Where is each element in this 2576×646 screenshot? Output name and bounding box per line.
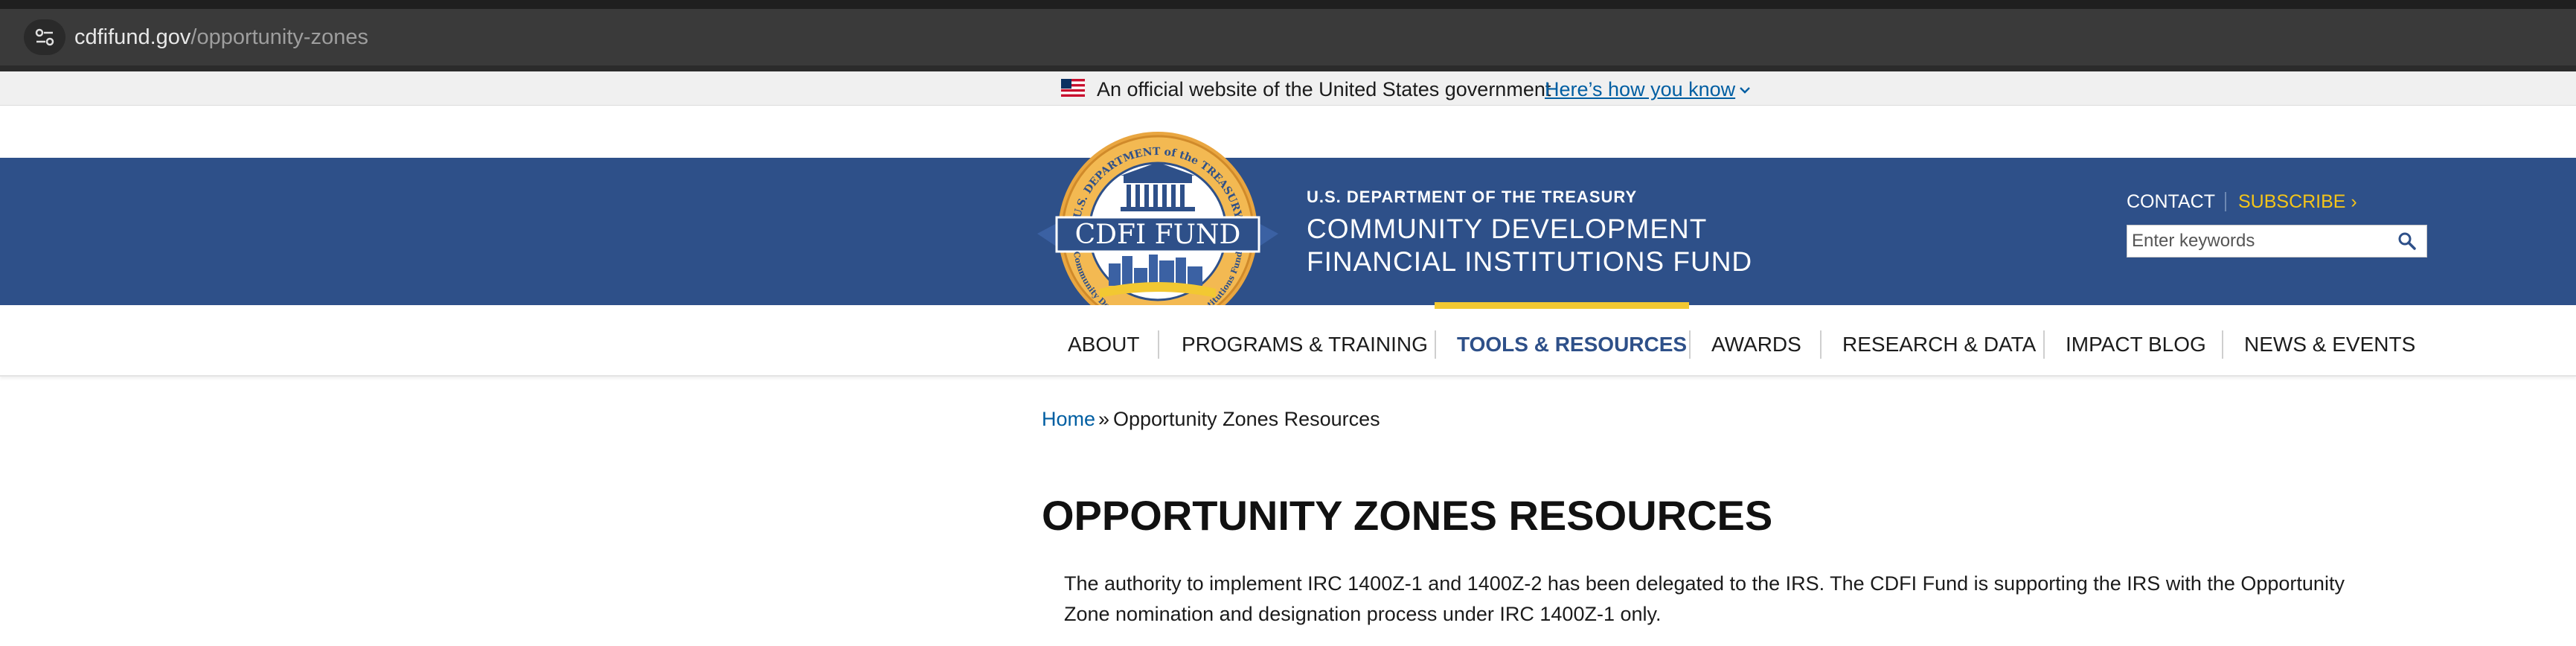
nav-divider bbox=[2222, 330, 2223, 359]
page-title: OPPORTUNITY ZONES RESOURCES bbox=[1042, 492, 1773, 539]
nav-impact-blog[interactable]: IMPACT BLOG bbox=[2066, 332, 2206, 357]
browser-top-strip bbox=[0, 0, 2576, 9]
nav-divider bbox=[2043, 330, 2045, 359]
address-bar[interactable] bbox=[0, 9, 2576, 65]
chevron-down-icon[interactable] bbox=[1738, 83, 1752, 97]
header-link-divider bbox=[2225, 192, 2226, 211]
nav-divider bbox=[1820, 330, 1822, 359]
browser-divider bbox=[0, 65, 2576, 71]
nav-divider bbox=[1689, 330, 1691, 359]
nav-about[interactable]: ABOUT bbox=[1068, 332, 1139, 357]
nav-news-events[interactable]: NEWS & EVENTS bbox=[2244, 332, 2415, 357]
url-text[interactable]: cdfifund.gov/opportunity-zones bbox=[74, 24, 368, 51]
search-input[interactable] bbox=[2132, 226, 2385, 257]
active-nav-indicator bbox=[1435, 302, 1689, 309]
fund-name-line-2: FINANCIAL INSTITUTIONS FUND bbox=[1307, 246, 1753, 277]
nav-divider bbox=[1158, 330, 1159, 359]
search-icon bbox=[2398, 232, 2416, 250]
nav-tools-resources[interactable]: TOOLS & RESOURCES bbox=[1457, 332, 1687, 357]
fund-name-line-1: COMMUNITY DEVELOPMENT bbox=[1307, 214, 1708, 244]
logo-ribbon-text: CDFI FUND bbox=[1075, 220, 1241, 250]
nav-awards[interactable]: AWARDS bbox=[1711, 332, 1801, 357]
cdfi-fund-logo[interactable]: U.S. DEPARTMENT of the TREASURY CDFI FUN… bbox=[1037, 129, 1278, 333]
fund-name[interactable]: COMMUNITY DEVELOPMENT FINANCIAL INSTITUT… bbox=[1307, 213, 1752, 278]
search-box bbox=[2127, 225, 2427, 258]
nav-divider bbox=[1435, 330, 1436, 359]
url-domain: cdfifund.gov bbox=[74, 25, 191, 49]
contact-link[interactable]: CONTACT bbox=[2127, 191, 2215, 213]
tune-icon bbox=[35, 28, 54, 46]
breadcrumb-home-link[interactable]: Home bbox=[1042, 408, 1095, 431]
gov-banner-text: An official website of the United States… bbox=[1097, 78, 1551, 100]
subscribe-link[interactable]: SUBSCRIBE › bbox=[2238, 191, 2357, 213]
search-button[interactable] bbox=[2394, 228, 2420, 254]
url-path: /opportunity-zones bbox=[190, 25, 368, 49]
breadcrumb-current: Opportunity Zones Resources bbox=[1113, 408, 1380, 430]
breadcrumb-separator: » bbox=[1098, 408, 1110, 430]
site-info-button[interactable] bbox=[24, 19, 65, 55]
nav-programs-training[interactable]: PROGRAMS & TRAINING bbox=[1182, 332, 1428, 357]
department-label: U.S. DEPARTMENT OF THE TREASURY bbox=[1307, 188, 1638, 206]
nav-research-data[interactable]: RESEARCH & DATA bbox=[1842, 332, 2036, 357]
us-flag-icon bbox=[1061, 79, 1085, 97]
how-you-know-link[interactable]: Here’s how you know bbox=[1545, 77, 1735, 102]
intro-paragraph: The authority to implement IRC 1400Z-1 a… bbox=[1064, 572, 2345, 625]
